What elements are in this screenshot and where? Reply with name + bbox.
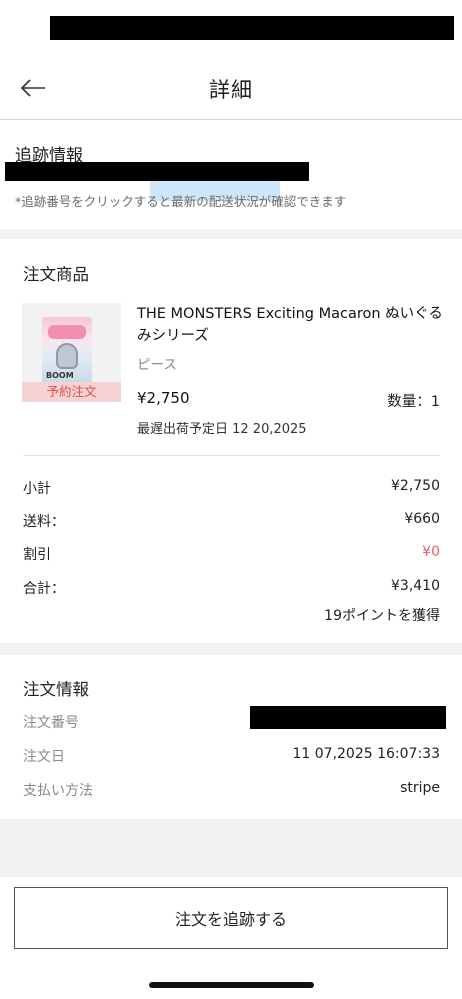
shipping-label: 送料：	[23, 514, 65, 530]
box-decoration: BOOM	[46, 371, 74, 380]
tracking-note: *追跡番号をクリックすると最新の配送状況が確認できます	[15, 194, 347, 209]
subtotal-label: 小計	[23, 481, 51, 497]
order-items-section: 注文商品 BOOM 予約注文 THE MONSTERS Exciting Mac…	[0, 239, 462, 643]
order-info-section: 注文情報 注文番号 注文日 11 07,2025 16:07:33 支払い方法 …	[0, 655, 462, 819]
discount-label: 割引	[23, 547, 51, 563]
order-info-title: 注文情報	[23, 680, 89, 699]
page-title: 詳細	[209, 78, 253, 102]
box-character	[56, 343, 78, 369]
home-indicator	[149, 982, 314, 988]
box-logo	[48, 325, 86, 339]
order-items-title: 注文商品	[23, 265, 89, 284]
status-bar	[0, 0, 462, 58]
shipping-value: ¥660	[404, 511, 440, 527]
total-value: ¥3,410	[391, 578, 440, 594]
header: 詳細	[0, 58, 462, 120]
payment-method-value: stripe	[400, 780, 440, 796]
redacted-status-area	[50, 16, 454, 40]
order-date-value: 11 07,2025 16:07:33	[292, 746, 441, 762]
section-gap	[0, 229, 462, 239]
section-gap	[0, 643, 462, 655]
tracking-section: 追跡情報 *追跡番号をクリックすると最新の配送状況が確認できます	[0, 121, 462, 229]
redacted-order-number	[250, 706, 446, 729]
product-variant: ピース	[137, 357, 177, 373]
payment-method-label: 支払い方法	[23, 783, 93, 799]
product-box-art: BOOM	[42, 317, 92, 383]
preorder-badge: 予約注文	[22, 382, 121, 402]
subtotal-value: ¥2,750	[391, 478, 440, 494]
discount-value: ¥0	[422, 544, 440, 560]
product-price: ¥2,750	[137, 389, 190, 407]
total-label: 合計：	[23, 581, 65, 597]
redacted-tracking-number	[5, 162, 309, 181]
order-number-label: 注文番号	[23, 715, 79, 731]
product-image[interactable]: BOOM 予約注文	[22, 303, 121, 402]
order-date-label: 注文日	[23, 749, 65, 765]
divider	[23, 455, 440, 456]
points-earned: 19ポイントを獲得	[324, 608, 440, 624]
product-name[interactable]: THE MONSTERS Exciting Macaron ぬいぐるみシリーズ	[137, 303, 447, 347]
track-order-button[interactable]: 注文を追跡する	[14, 887, 448, 949]
product-quantity: 数量：1	[387, 394, 440, 410]
ship-date: 最遅出荷予定日 12 20,2025	[137, 422, 307, 437]
footer-spacer	[0, 819, 462, 877]
